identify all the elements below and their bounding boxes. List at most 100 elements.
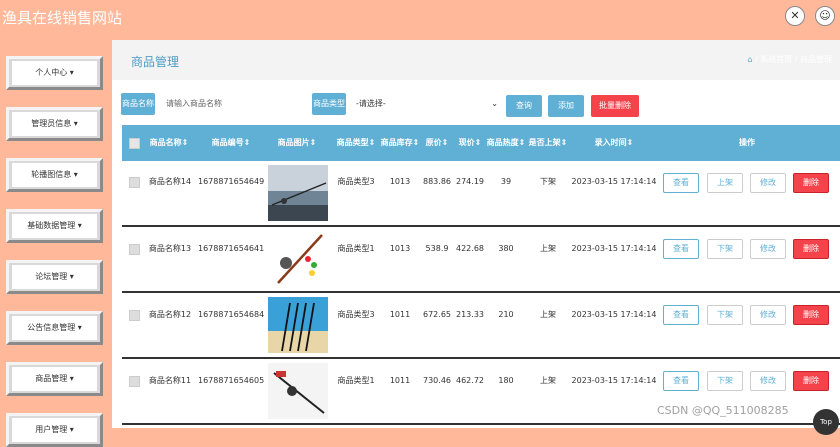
cell-status: 上架 [540,244,556,253]
cell-name: 商品名称14 [148,177,192,186]
cell-stock: 1011 [389,376,411,385]
close-icon[interactable]: ✕ [785,6,805,26]
cell-type: 商品类型3 [337,310,375,319]
cell-price: 274.19 [456,177,484,186]
watermark: CSDN @QQ_511008285 [657,404,789,417]
cell-price: 462.72 [456,376,484,385]
sidebar-item-users[interactable]: 用户管理 ▾ [6,413,103,447]
th-actions: 操作 [739,138,755,147]
edit-button[interactable]: 修改 [750,239,786,259]
sidebar-item-forum[interactable]: 论坛管理 ▾ [6,260,103,294]
th-code[interactable]: 商品编号⇕ [204,125,258,161]
goods-image [268,297,328,353]
cell-time: 2023-03-15 17:14:14 [571,177,657,186]
cell-code: 1678871654605 [198,376,265,385]
sidebar-item-personal-center[interactable]: 个人中心 ▾ [6,56,103,90]
cell-price: 422.68 [456,244,484,253]
breadcrumb: ⌂ / 系统首页 / 商品管理 [747,55,832,64]
cell-name: 商品名称13 [148,244,192,253]
cell-stock: 1013 [389,244,411,253]
th-stock[interactable]: 商品库存⇕ [378,125,422,161]
goods-name-input[interactable]: 请输入商品名称 [162,93,296,115]
cell-hot: 39 [500,177,512,186]
edit-button[interactable]: 修改 [750,173,786,193]
add-button[interactable]: 添加 [548,95,584,117]
goods-name-label: 商品名称 [121,93,155,115]
row-checkbox[interactable] [129,244,140,255]
toggle-sale-button[interactable]: 上架 [707,173,743,193]
sidebar: 个人中心 ▾ 管理员信息 ▾ 轮播图信息 ▾ 基础数据管理 ▾ 论坛管理 ▾ 公… [0,40,112,447]
th-name[interactable]: 商品名称⇕ [144,125,194,161]
cell-orig-price: 538.9 [425,244,449,253]
cell-code: 1678871654649 [198,177,265,186]
table-row: 商品名称14 1678871654649 商品类型3 1013 883.86 2… [122,161,840,227]
row-checkbox[interactable] [129,376,140,387]
edit-button[interactable]: 修改 [750,371,786,391]
th-time[interactable]: 录入时间⇕ [588,125,640,161]
toggle-sale-button[interactable]: 下架 [707,371,743,391]
table-row: 商品名称12 1678871654684 商品类型3 1011 672.65 2… [122,293,840,359]
th-hot[interactable]: 商品热度⇕ [484,125,528,161]
th-price[interactable]: 现价⇕ [455,125,485,161]
th-image[interactable]: 商品图片⇕ [270,125,324,161]
cell-time: 2023-03-15 17:14:14 [571,244,657,253]
view-button[interactable]: 查看 [663,305,699,325]
top-bar: 渔具在线销售网站 ✕ ☺ [0,0,840,40]
view-button[interactable]: 查看 [663,173,699,193]
batch-delete-button[interactable]: 批量删除 [591,95,639,117]
cell-code: 1678871654641 [198,244,265,253]
app-title: 渔具在线销售网站 [2,9,123,27]
page-header: 商品管理 ⌂ / 系统首页 / 商品管理 [112,40,840,76]
cell-orig-price: 883.86 [423,177,451,186]
cell-time: 2023-03-15 17:14:14 [571,310,657,319]
th-orig-price[interactable]: 原价⇕ [422,125,452,161]
query-button[interactable]: 查询 [506,95,542,117]
th-type[interactable]: 商品类型⇕ [334,125,378,161]
cell-time: 2023-03-15 17:14:14 [571,376,657,385]
toggle-sale-button[interactable]: 下架 [707,239,743,259]
select-all-checkbox[interactable] [129,138,140,149]
sidebar-item-admin-info[interactable]: 管理员信息 ▾ [6,107,103,141]
th-onsale[interactable]: 是否上架⇕ [526,125,570,161]
cell-orig-price: 672.65 [423,310,451,319]
page-title: 商品管理 [131,55,180,69]
goods-image [268,231,328,287]
delete-button[interactable]: 删除 [793,239,829,259]
delete-button[interactable]: 删除 [793,371,829,391]
sidebar-item-goods[interactable]: 商品管理 ▾ [6,362,103,396]
goods-type-select[interactable]: -请选择- ⌄ [356,93,498,115]
cell-stock: 1011 [389,310,411,319]
cell-hot: 180 [498,376,514,385]
delete-button[interactable]: 删除 [793,305,829,325]
breadcrumb-home[interactable]: 系统首页 [760,55,792,64]
user-icon[interactable]: ☺ [815,6,835,26]
cell-stock: 1013 [389,177,411,186]
sidebar-item-base-data[interactable]: 基础数据管理 ▾ [6,209,103,243]
sidebar-item-notice[interactable]: 公告信息管理 ▾ [6,311,103,345]
goods-image [268,165,328,221]
table-row: 商品名称13 1678871654641 商品类型1 1013 538.9 42… [122,227,840,293]
home-icon[interactable]: ⌂ [747,55,752,64]
cell-type: 商品类型3 [337,177,375,186]
row-checkbox[interactable] [129,310,140,321]
cell-type: 商品类型1 [337,244,375,253]
cell-type: 商品类型1 [337,376,375,385]
cell-name: 商品名称11 [148,376,192,385]
cell-status: 上架 [540,376,556,385]
sidebar-item-carousel[interactable]: 轮播图信息 ▾ [6,158,103,192]
view-button[interactable]: 查看 [663,371,699,391]
toggle-sale-button[interactable]: 下架 [707,305,743,325]
row-checkbox[interactable] [129,177,140,188]
delete-button[interactable]: 删除 [793,173,829,193]
view-button[interactable]: 查看 [663,239,699,259]
cell-status: 上架 [540,310,556,319]
cell-orig-price: 730.46 [423,376,451,385]
edit-button[interactable]: 修改 [750,305,786,325]
back-to-top-button[interactable]: Top [813,409,839,435]
cell-price: 213.33 [456,310,484,319]
cell-name: 商品名称12 [148,310,192,319]
cell-hot: 380 [498,244,514,253]
table-header: 商品名称⇕ 商品编号⇕ 商品图片⇕ 商品类型⇕ 商品库存⇕ 原价⇕ 现价⇕ 商品… [122,125,840,161]
goods-image [268,363,328,419]
main-area: 商品管理 ⌂ / 系统首页 / 商品管理 商品名称 请输入商品名称 商品类型 -… [112,40,840,428]
